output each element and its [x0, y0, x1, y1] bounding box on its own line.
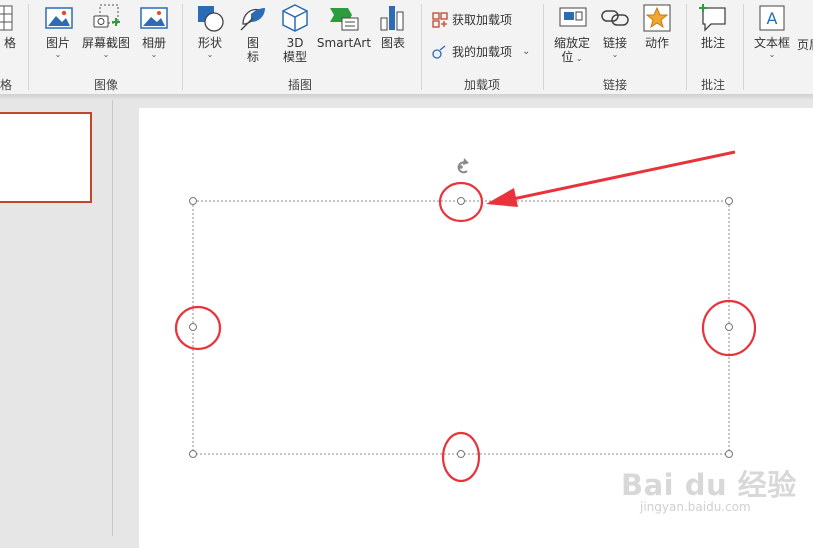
resize-handle-top-left[interactable] [189, 197, 197, 205]
selection-border [192, 200, 730, 455]
rotate-handle-icon[interactable] [457, 158, 469, 174]
annotation-circle-left [174, 305, 222, 351]
baidu-watermark: Bai du 经验 [621, 468, 797, 502]
resize-handle-right[interactable] [725, 323, 733, 331]
baidu-watermark-url: jingyan.baidu.com [640, 500, 751, 514]
resize-handle-top-right[interactable] [725, 197, 733, 205]
annotation-arrow [486, 150, 736, 207]
resize-handle-bottom[interactable] [457, 450, 465, 458]
resize-handle-left[interactable] [189, 323, 197, 331]
selection-overlay [174, 150, 757, 483]
resize-handle-top[interactable] [457, 197, 465, 205]
resize-handle-bottom-right[interactable] [725, 450, 733, 458]
resize-handle-bottom-left[interactable] [189, 450, 197, 458]
